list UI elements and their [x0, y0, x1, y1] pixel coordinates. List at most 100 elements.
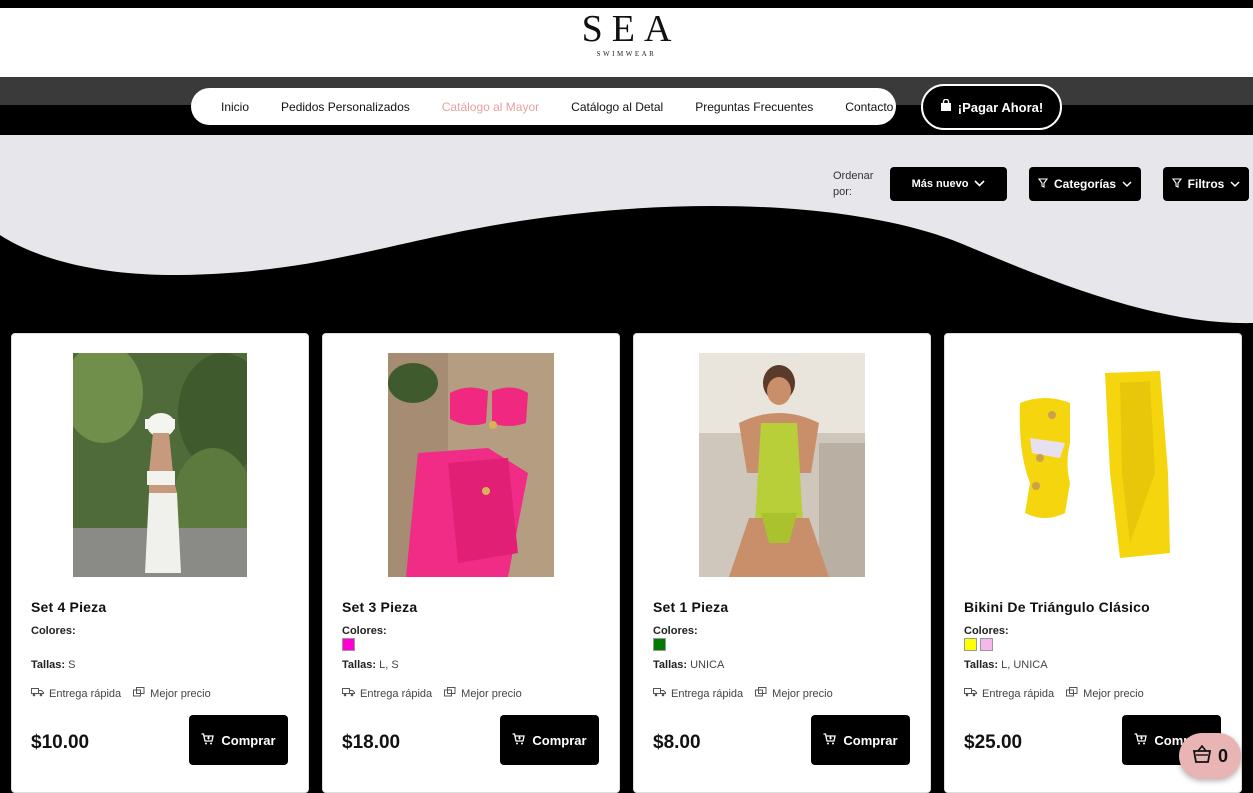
cart-count: 0 [1217, 745, 1228, 766]
price-tag-icon [444, 687, 456, 700]
categories-dropdown[interactable]: Categorías [1029, 167, 1141, 201]
product-features: Entrega rápida Mejor precio [653, 687, 833, 700]
chevron-down-icon [1122, 177, 1132, 191]
sizes-value: L, S [379, 659, 399, 671]
buy-button[interactable]: Comprar [189, 715, 288, 765]
sizes-label: Tallas: [342, 659, 377, 671]
filter-funnel-icon [1037, 177, 1049, 191]
top-strip [0, 0, 1253, 8]
best-price-label: Mejor precio [1083, 687, 1144, 700]
product-price: $10.00 [31, 732, 90, 753]
fast-delivery-label: Entrega rápida [671, 687, 744, 700]
fast-delivery-feature: Entrega rápida [342, 687, 432, 700]
color-swatch[interactable] [342, 638, 355, 651]
color-swatch[interactable] [980, 638, 993, 651]
shopping-bag-icon [940, 98, 952, 115]
sizes-info: Tallas: L, S [342, 659, 399, 671]
fast-delivery-feature: Entrega rápida [31, 687, 121, 700]
pay-now-button[interactable]: ¡Pagar Ahora! [921, 84, 1062, 130]
nav-item-preguntas[interactable]: Preguntas Frecuentes [679, 99, 829, 115]
categories-label: Categorías [1053, 177, 1117, 191]
fast-delivery-label: Entrega rápida [49, 687, 122, 700]
nav-item-contacto[interactable]: Contacto [829, 99, 909, 115]
colors-label: Colores: [31, 625, 76, 637]
color-swatch[interactable] [964, 638, 977, 651]
truck-icon [653, 687, 666, 700]
sizes-value: UNICA [690, 659, 725, 671]
buy-button[interactable]: Comprar [811, 715, 910, 765]
colors-label: Colores: [964, 625, 1009, 637]
fast-delivery-feature: Entrega rápida [653, 687, 743, 700]
pay-now-label: ¡Pagar Ahora! [957, 99, 1044, 115]
chevron-down-icon [974, 178, 985, 190]
product-name[interactable]: Set 1 Pieza [653, 599, 728, 615]
product-name[interactable]: Bikini De Triángulo Clásico [964, 599, 1150, 615]
color-swatches [653, 638, 666, 651]
floating-cart-button[interactable]: 0 [1179, 733, 1241, 779]
best-price-feature: Mejor precio [133, 687, 211, 700]
filters-dropdown[interactable]: Filtros [1163, 167, 1249, 201]
colors-label: Colores: [653, 625, 698, 637]
chevron-down-icon [1230, 177, 1240, 191]
brand-tagline: SWIMWEAR [596, 50, 657, 58]
product-card[interactable]: Set 1 Pieza Colores: Tallas: UNICA Entre… [633, 333, 931, 793]
cart-icon [1134, 732, 1148, 748]
cart-icon [512, 732, 526, 748]
sizes-value: S [68, 659, 76, 671]
product-card[interactable]: Bikini De Triángulo Clásico Colores: Tal… [944, 333, 1242, 793]
product-features: Entrega rápida Mejor precio [964, 687, 1144, 700]
buy-label: Comprar [221, 732, 276, 748]
product-card[interactable]: Set 4 Pieza Colores: Tallas: S Entrega r… [11, 333, 309, 793]
buy-label: Comprar [843, 732, 898, 748]
buy-label: Comprar [532, 732, 587, 748]
sort-value: Más nuevo [911, 178, 969, 190]
product-name[interactable]: Set 3 Pieza [342, 599, 417, 615]
filters-label: Filtros [1187, 177, 1225, 191]
nav-item-catalogo-mayor[interactable]: Catálogo al Mayor [426, 99, 555, 115]
price-tag-icon [1066, 687, 1078, 700]
best-price-feature: Mejor precio [444, 687, 522, 700]
price-tag-icon [133, 687, 145, 700]
sizes-value: L, UNICA [1001, 659, 1048, 671]
cart-icon [201, 732, 215, 748]
best-price-label: Mejor precio [150, 687, 211, 700]
fast-delivery-label: Entrega rápida [360, 687, 433, 700]
basket-icon [1192, 744, 1212, 768]
product-image[interactable] [1010, 353, 1176, 577]
product-image[interactable] [388, 353, 554, 577]
filter-funnel-icon [1171, 177, 1182, 191]
hero-wave-banner [0, 135, 1253, 335]
sizes-info: Tallas: L, UNICA [964, 659, 1048, 671]
product-name[interactable]: Set 4 Pieza [31, 599, 106, 615]
color-swatches [964, 638, 993, 651]
fast-delivery-label: Entrega rápida [982, 687, 1055, 700]
main-nav: Inicio Pedidos Personalizados Catálogo a… [191, 88, 896, 125]
brand-name: SEA [581, 8, 681, 50]
color-swatch[interactable] [653, 638, 666, 651]
best-price-label: Mejor precio [772, 687, 833, 700]
product-card[interactable]: Set 3 Pieza Colores: Tallas: L, S Entreg… [322, 333, 620, 793]
sort-label: Ordenar por: [833, 170, 874, 198]
price-tag-icon [755, 687, 767, 700]
truck-icon [31, 687, 44, 700]
sizes-info: Tallas: S [31, 659, 75, 671]
truck-icon [964, 687, 977, 700]
buy-button[interactable]: Comprar [500, 715, 599, 765]
nav-item-inicio[interactable]: Inicio [205, 99, 265, 115]
product-features: Entrega rápida Mejor precio [342, 687, 522, 700]
product-price: $25.00 [964, 732, 1023, 753]
fast-delivery-feature: Entrega rápida [964, 687, 1054, 700]
nav-item-catalogo-detal[interactable]: Catálogo al Detal [555, 99, 679, 115]
sizes-label: Tallas: [653, 659, 688, 671]
product-image[interactable] [699, 353, 865, 577]
brand-logo[interactable]: SEA SWIMWEAR [0, 10, 1253, 58]
best-price-feature: Mejor precio [1066, 687, 1144, 700]
cart-icon [823, 732, 837, 748]
nav-item-pedidos[interactable]: Pedidos Personalizados [265, 99, 426, 115]
product-image[interactable] [73, 353, 247, 577]
sort-dropdown[interactable]: Más nuevo [890, 167, 1007, 201]
best-price-label: Mejor precio [461, 687, 522, 700]
sizes-label: Tallas: [964, 659, 999, 671]
colors-label: Colores: [342, 625, 387, 637]
product-price: $8.00 [653, 732, 701, 753]
